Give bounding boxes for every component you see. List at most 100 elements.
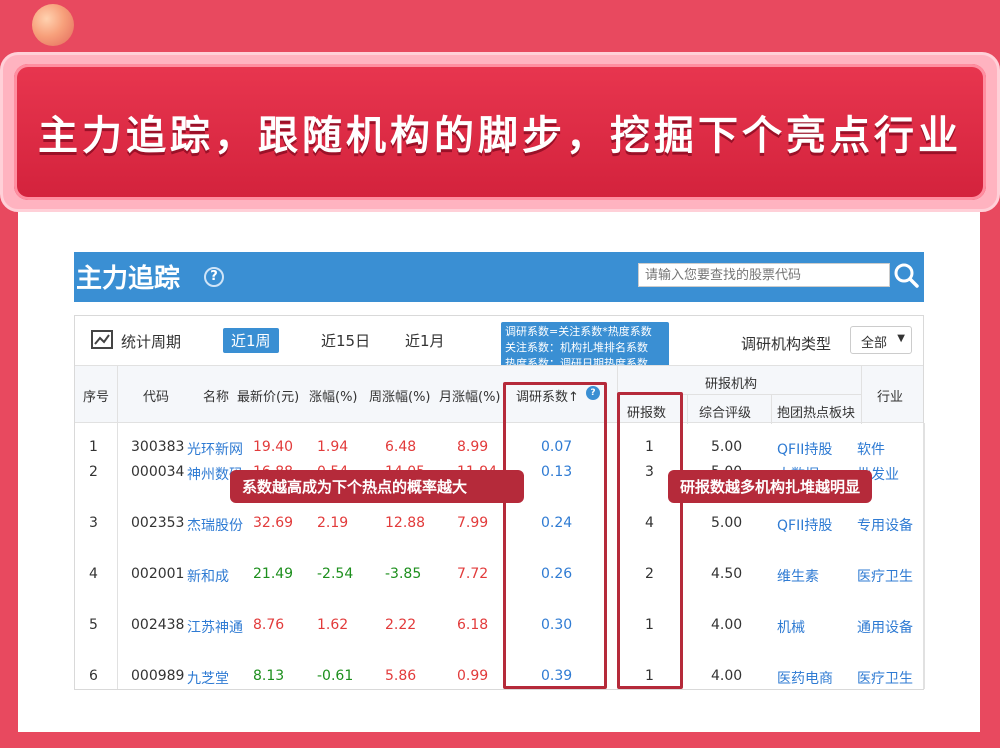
row-price: 32.69 <box>253 515 294 531</box>
row-week-change: 6.48 <box>385 439 417 455</box>
header-week-change[interactable]: 周涨幅(%) <box>369 386 431 405</box>
row-name[interactable]: 江苏神通 <box>187 617 243 637</box>
filter-toolbar: 统计周期 近1周 近15日 近1月 调研机构类型 全部 ▼ <box>75 316 923 365</box>
row-code: 000034 <box>131 464 185 480</box>
search-icon[interactable] <box>892 261 920 289</box>
table-row[interactable]: 1 300383 光环新网 19.40 1.94 6.48 8.99 0.07 1 5.00 QFI… <box>75 439 923 459</box>
institution-type-value: 全部 <box>861 336 888 351</box>
tooltip-line: 关注系数：机构扎堆排名系数 <box>505 341 648 354</box>
row-code: 002001 <box>131 566 185 582</box>
row-price: 21.49 <box>253 566 294 582</box>
report-column-highlight <box>617 392 683 689</box>
row-month-change: 7.72 <box>457 566 489 582</box>
row-index: 5 <box>89 617 98 633</box>
scrollbar[interactable] <box>923 423 925 689</box>
row-hot-sector[interactable]: 机械 <box>777 617 805 637</box>
tab-1-month[interactable]: 近1月 <box>397 328 453 353</box>
header-rating[interactable]: 综合评级 <box>699 402 751 421</box>
row-code: 002353 <box>131 515 185 531</box>
banner-headline: 主力追踪，跟随机构的脚步，挖掘下个亮点行业 <box>38 113 962 159</box>
header-name: 名称 <box>203 390 230 405</box>
row-change: 1.94 <box>317 439 349 455</box>
row-rating: 5.00 <box>711 439 743 455</box>
row-hot-sector[interactable]: QFII持股 <box>777 515 832 535</box>
period-label: 统计周期 <box>121 333 182 351</box>
row-index: 6 <box>89 668 98 684</box>
tab-15-days[interactable]: 近15日 <box>313 328 378 353</box>
row-code: 300383 <box>131 439 185 455</box>
row-name[interactable]: 杰瑞股份 <box>187 515 243 535</box>
row-month-change: 6.18 <box>457 617 489 633</box>
content-card: 主力追踪 ? 统计周期 近1周 近15日 近1月 调研机构类型 全部 <box>18 212 980 732</box>
stock-search-input[interactable] <box>638 263 890 287</box>
institution-type-label: 调研机构类型 <box>741 335 832 353</box>
divider <box>771 394 772 424</box>
row-index: 1 <box>89 439 98 455</box>
header-industry: 行业 <box>877 390 904 405</box>
row-week-change: -3.85 <box>385 566 422 582</box>
row-code: 000989 <box>131 668 185 684</box>
row-month-change: 8.99 <box>457 439 489 455</box>
row-rating: 4.50 <box>711 566 743 582</box>
banner: 主力追踪，跟随机构的脚步，挖掘下个亮点行业 <box>14 64 986 200</box>
row-industry[interactable]: 医疗卫生 <box>857 566 913 586</box>
row-price: 8.13 <box>253 668 285 684</box>
row-month-change: 7.99 <box>457 515 489 531</box>
divider <box>687 394 688 424</box>
row-week-change: 5.86 <box>385 668 417 684</box>
header-price[interactable]: 最新价(元) <box>237 386 299 405</box>
table-row[interactable]: 4 002001 新和成 21.49 -2.54 -3.85 7.72 0.26 2 4.50 维生… <box>75 566 923 586</box>
divider <box>117 423 118 689</box>
row-index: 4 <box>89 566 98 582</box>
panel-header: 主力追踪 ? <box>74 252 924 302</box>
table-row[interactable]: 3 002353 杰瑞股份 32.69 2.19 12.88 7.99 0.24 4 5.00 QF… <box>75 515 923 535</box>
row-week-change: 12.88 <box>385 515 426 531</box>
table-row[interactable]: 5 002438 江苏神通 8.76 1.62 2.22 6.18 0.30 1 4.00 机械 通用… <box>75 617 923 637</box>
row-name[interactable]: 新和成 <box>187 566 229 586</box>
row-change: 1.62 <box>317 617 349 633</box>
row-change: 2.19 <box>317 515 349 531</box>
decorative-orb <box>32 4 74 46</box>
row-change: -0.61 <box>317 668 354 684</box>
tooltip-line: 调研系数=关注系数*热度系数 <box>505 325 652 338</box>
divider <box>861 366 862 424</box>
row-rating: 5.00 <box>711 515 743 531</box>
row-rating: 4.00 <box>711 668 743 684</box>
dropdown-arrow-icon: ▼ <box>897 333 905 344</box>
header-month-change[interactable]: 月涨幅(%) <box>439 386 501 405</box>
row-industry[interactable]: 通用设备 <box>857 617 913 637</box>
header-research-group: 研报机构 <box>705 377 758 392</box>
header-index: 序号 <box>83 390 110 405</box>
header-code: 代码 <box>143 390 170 405</box>
row-name[interactable]: 光环新网 <box>187 439 243 459</box>
row-price: 19.40 <box>253 439 294 455</box>
institution-type-select[interactable]: 全部 ▼ <box>850 326 912 354</box>
row-industry[interactable]: 医疗卫生 <box>857 668 913 688</box>
row-price: 8.76 <box>253 617 285 633</box>
coef-column-highlight <box>503 382 607 689</box>
report-callout: 研报数越多机构扎堆越明显 <box>668 470 873 503</box>
row-index: 2 <box>89 464 98 480</box>
help-icon[interactable]: ? <box>204 267 224 287</box>
row-change: -2.54 <box>317 566 354 582</box>
row-industry[interactable]: 专用设备 <box>857 515 913 535</box>
row-hot-sector[interactable]: 医药电商 <box>777 668 833 688</box>
row-name[interactable]: 九芝堂 <box>187 668 229 688</box>
row-industry[interactable]: 软件 <box>857 439 885 459</box>
row-hot-sector[interactable]: 维生素 <box>777 566 819 586</box>
line-chart-icon <box>91 330 113 349</box>
tab-1-week[interactable]: 近1周 <box>223 328 279 353</box>
row-month-change: 0.99 <box>457 668 489 684</box>
header-hot-sector: 抱团热点板块 <box>777 406 856 421</box>
row-code: 002438 <box>131 617 185 633</box>
row-index: 3 <box>89 515 98 531</box>
divider <box>117 366 118 424</box>
header-change[interactable]: 涨幅(%) <box>309 386 358 405</box>
row-hot-sector[interactable]: QFII持股 <box>777 439 832 459</box>
table-row[interactable]: 6 000989 九芝堂 8.13 -0.61 5.86 0.99 0.39 1 4.00 医药电商… <box>75 668 923 688</box>
table-header: 序号 代码 名称 最新价(元) 涨幅(%) 周涨幅(%) 月涨幅(%) 调研系数… <box>75 365 923 424</box>
coef-callout: 系数越高成为下个热点的概率越大 <box>230 470 524 503</box>
row-week-change: 2.22 <box>385 617 417 633</box>
panel-title: 主力追踪 <box>76 264 181 294</box>
row-rating: 4.00 <box>711 617 743 633</box>
